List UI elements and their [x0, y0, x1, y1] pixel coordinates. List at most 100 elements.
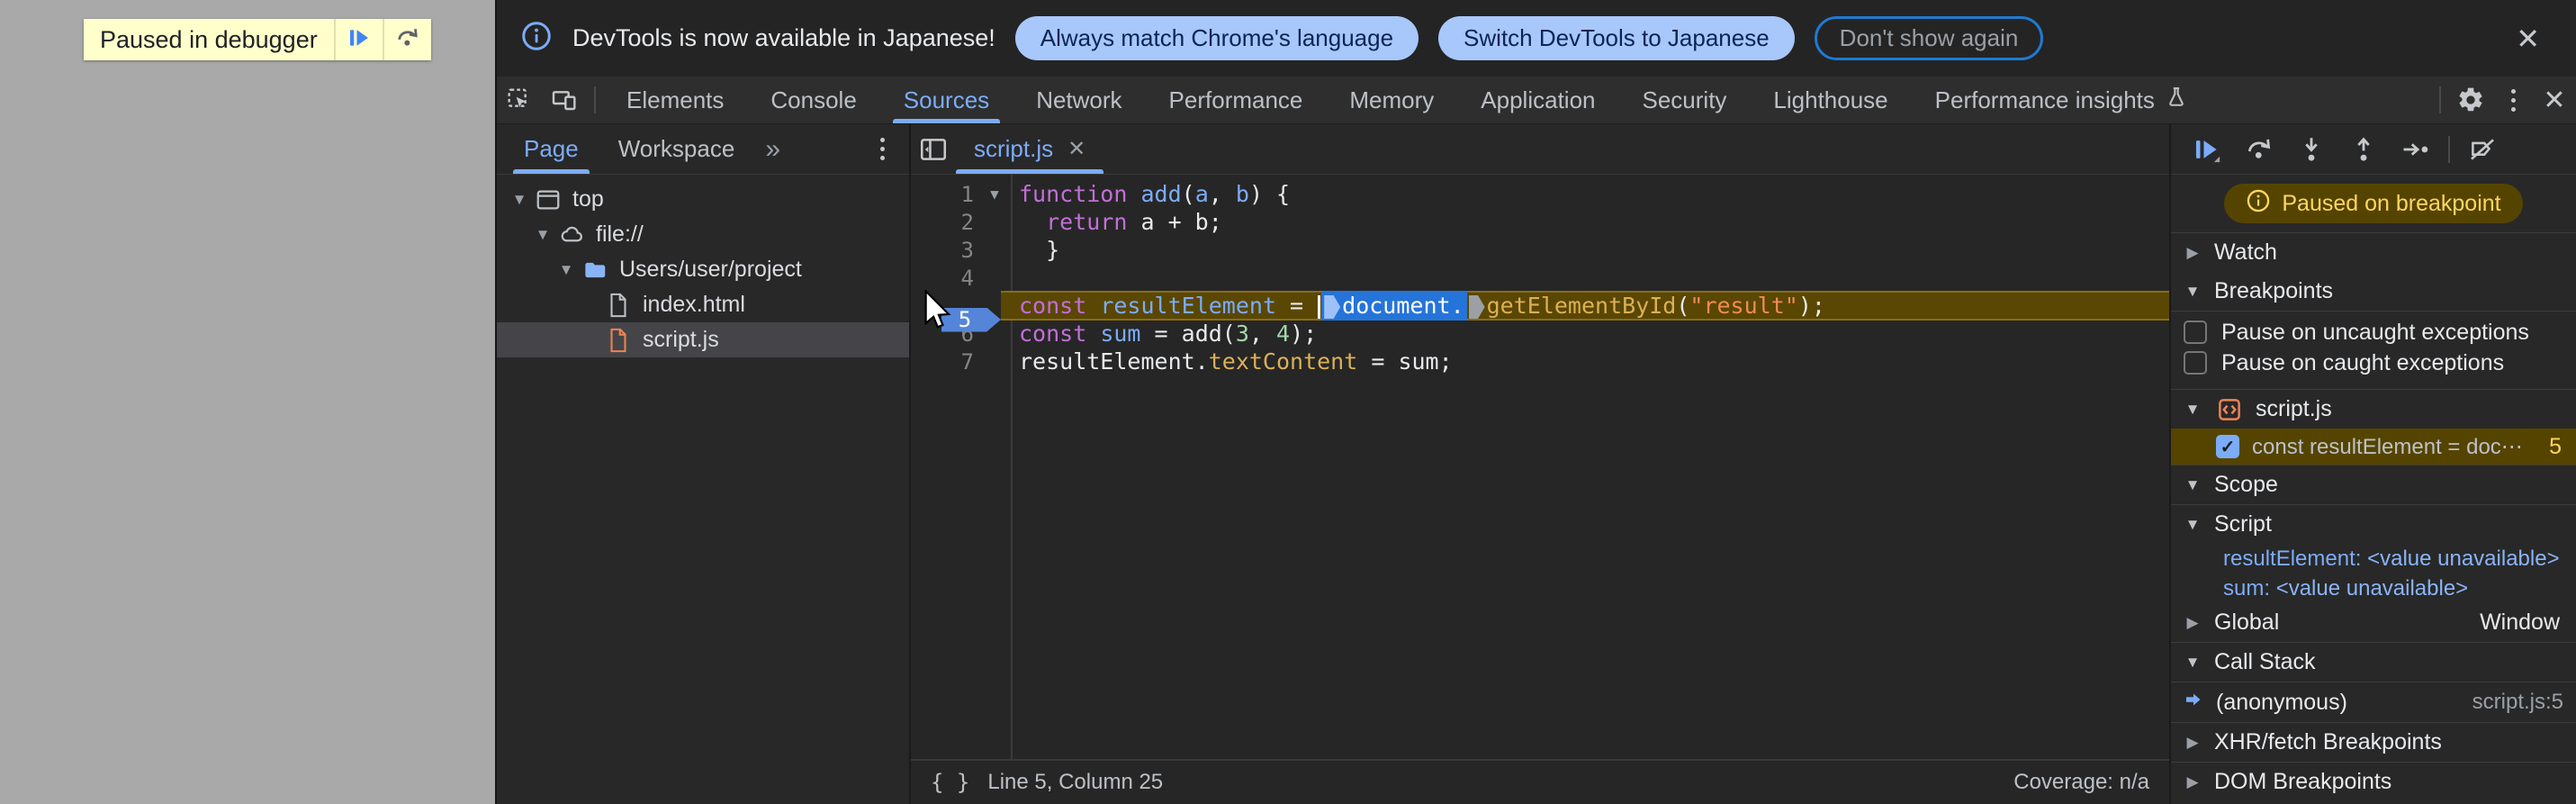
resume-icon	[346, 24, 373, 56]
line-number-4[interactable]: 4	[911, 266, 977, 291]
code-line-7: 7 resultElement.textContent = sum;	[911, 348, 2169, 375]
file-html-icon	[603, 292, 634, 319]
step-over-icon[interactable]	[2236, 130, 2283, 169]
infobar-close-icon[interactable]: ✕	[2503, 22, 2553, 56]
scope-group-global[interactable]: ▶ Global Window	[2171, 603, 2576, 642]
debugger-sidebar: Paused on breakpoint ▶ Watch ▼ Breakpoin…	[2169, 124, 2576, 804]
file-js-icon	[603, 327, 634, 354]
navigator-tab-page[interactable]: Page	[504, 124, 599, 174]
pause-uncaught-exceptions-row[interactable]: Pause on uncaught exceptions	[2171, 317, 2576, 348]
tree-item-users-user-project[interactable]: ▼ Users/user/project	[497, 252, 909, 287]
line-number-7[interactable]: 7	[911, 349, 977, 375]
navigator-kebab-icon[interactable]	[862, 130, 902, 169]
frame-icon	[533, 186, 563, 213]
section-xhr-breakpoints[interactable]: ▶ XHR/fetch Breakpoints	[2171, 722, 2576, 762]
cursor-position-label: Line 5, Column 25	[987, 770, 1164, 794]
paused-in-debugger-banner: Paused in debugger	[84, 19, 431, 60]
scope-variable-sum[interactable]: sum: <value unavailable>	[2171, 574, 2576, 603]
more-options-kebab-icon[interactable]	[2493, 80, 2533, 120]
section-call-stack[interactable]: ▼ Call Stack	[2171, 642, 2576, 682]
cloud-icon	[556, 221, 587, 248]
step-out-icon[interactable]	[2340, 130, 2387, 169]
tree-item-label: top	[572, 186, 604, 212]
pretty-print-icon[interactable]: { }	[931, 770, 969, 795]
section-watch[interactable]: ▶ Watch	[2171, 232, 2576, 272]
selected-expression[interactable]: document.	[1321, 291, 1467, 321]
flask-icon	[2164, 85, 2189, 116]
call-stack-frame[interactable]: (anonymous) script.js:5	[2171, 682, 2576, 722]
tab-sources[interactable]: Sources	[880, 77, 1013, 123]
script-file-icon	[2214, 394, 2245, 425]
step-icon[interactable]	[2392, 130, 2439, 169]
tree-item-label: index.html	[643, 292, 745, 317]
breakpoint-file-group[interactable]: ▼ script.js	[2171, 389, 2576, 429]
tab-lighthouse[interactable]: Lighthouse	[1750, 77, 1911, 123]
mouse-cursor	[922, 288, 952, 335]
tab-memory[interactable]: Memory	[1326, 77, 1457, 123]
editor-tab-scriptjs[interactable]: script.js ✕	[956, 124, 1104, 174]
code-line-2: 2 return a + b;	[911, 208, 2169, 236]
hide-navigator-icon[interactable]	[911, 124, 956, 174]
inline-breakpoint-marker[interactable]	[1324, 295, 1341, 319]
checkbox-unchecked[interactable]	[2184, 351, 2207, 375]
resume-script-icon[interactable]	[2184, 130, 2230, 169]
chevron-down-icon[interactable]: ▼	[553, 261, 580, 279]
settings-gear-icon[interactable]	[2448, 77, 2493, 123]
checkbox-checked[interactable]: ✓	[2216, 435, 2239, 458]
tree-item-index-html[interactable]: index.html	[497, 287, 909, 322]
section-dom-breakpoints[interactable]: ▶ DOM Breakpoints	[2171, 762, 2576, 801]
tab-application[interactable]: Application	[1457, 77, 1618, 123]
line-number-3[interactable]: 3	[911, 238, 977, 263]
resume-script-button[interactable]	[333, 19, 383, 60]
devtools-close-icon[interactable]: ✕	[2533, 85, 2576, 116]
more-tabs-chevron-icon[interactable]: »	[754, 134, 791, 165]
breakpoint-snippet: const resultElement = doc⋯	[2252, 434, 2523, 459]
dont-show-again-button[interactable]: Don't show again	[1814, 16, 2044, 60]
chevron-right-icon: ▶	[2186, 243, 2199, 261]
line-number-2[interactable]: 2	[911, 210, 977, 235]
always-match-language-button[interactable]: Always match Chrome's language	[1014, 16, 1419, 60]
chevron-down-icon: ▼	[2184, 653, 2201, 671]
code-line-4: 4	[911, 264, 2169, 292]
tab-close-icon[interactable]: ✕	[1067, 136, 1085, 162]
step-into-icon[interactable]	[2288, 130, 2335, 169]
tab-console[interactable]: Console	[747, 77, 879, 123]
paused-badge-row: Paused on breakpoint	[2171, 175, 2576, 232]
tab-performance-insights[interactable]: Performance insights	[1912, 77, 2212, 123]
tab-performance[interactable]: Performance	[1146, 77, 1327, 123]
tree-item-file-[interactable]: ▼ file://	[497, 217, 909, 252]
inspect-element-icon[interactable]	[497, 77, 542, 123]
deactivate-breakpoints-icon[interactable]	[2459, 130, 2506, 169]
step-over-button-banner[interactable]	[382, 19, 431, 60]
chevron-right-icon: ▶	[2186, 733, 2199, 751]
inline-breakpoint-marker[interactable]	[1468, 295, 1485, 319]
screen: Paused in debugger DevTools is now avail…	[0, 0, 2576, 804]
navigator-tab-workspace[interactable]: Workspace	[599, 124, 755, 174]
scope-group-script[interactable]: ▼ Script	[2171, 504, 2576, 544]
scope-variable-resultelement[interactable]: resultElement: <value unavailable>	[2171, 544, 2576, 574]
navigator-tabbar: Page Workspace »	[497, 124, 909, 175]
tree-item-top[interactable]: ▼ top	[497, 182, 909, 217]
folder-icon	[580, 257, 610, 284]
chevron-down-icon[interactable]: ▼	[506, 191, 533, 209]
chevron-down-icon[interactable]: ▼	[529, 226, 556, 244]
line-number-1[interactable]: 1	[911, 182, 977, 207]
section-breakpoints[interactable]: ▼ Breakpoints	[2171, 272, 2576, 311]
text-caret	[1318, 295, 1321, 319]
fold-arrow-icon[interactable]: ▼	[977, 185, 1012, 203]
device-toolbar-icon[interactable]	[542, 77, 587, 123]
breakpoint-entry[interactable]: ✓ const resultElement = doc⋯ 5	[2171, 429, 2576, 465]
editor-status-bar: { } Line 5, Column 25 Coverage: n/a	[911, 759, 2169, 804]
section-scope[interactable]: ▼ Scope	[2171, 465, 2576, 504]
checkbox-unchecked[interactable]	[2184, 321, 2207, 344]
paused-banner-label: Paused in debugger	[100, 25, 318, 53]
tab-security[interactable]: Security	[1619, 77, 1751, 123]
code-editor[interactable]: 1 ▼ function add(a, b) {2 return a + b; 3 }…	[911, 175, 2169, 759]
tab-network[interactable]: Network	[1013, 77, 1145, 123]
switch-to-japanese-button[interactable]: Switch DevTools to Japanese	[1438, 16, 1795, 60]
chevron-down-icon: ▼	[2184, 515, 2201, 533]
step-over-icon	[394, 24, 421, 56]
tree-item-script-js[interactable]: script.js	[497, 322, 909, 357]
pause-caught-exceptions-row[interactable]: Pause on caught exceptions	[2171, 348, 2576, 378]
tab-elements[interactable]: Elements	[603, 77, 747, 123]
